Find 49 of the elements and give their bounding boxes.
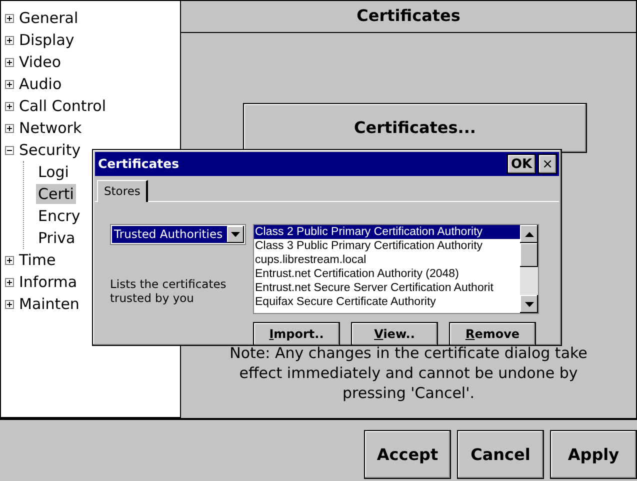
tree-item[interactable]: Video [17,52,64,72]
tree-item[interactable]: Time [17,250,58,270]
footer-button[interactable]: Cancel [457,430,544,479]
ok-button[interactable]: OK [506,154,536,174]
tree-item[interactable]: Audio [17,74,64,94]
panel-title: Certificates [181,1,636,33]
tree-item[interactable]: Encry [36,206,82,226]
footer-button[interactable]: Apply [550,430,637,479]
footer-button[interactable]: Accept [364,430,451,479]
dialog-button[interactable]: Import.. [253,322,340,346]
tree-item[interactable]: Display [17,30,76,50]
certificates-button[interactable]: Certificates... [243,103,587,153]
tree-item[interactable]: Certi [36,184,76,204]
expand-icon[interactable] [5,278,14,286]
dialog-title: Certificates [98,154,180,173]
scroll-down-icon[interactable] [524,302,534,306]
list-item[interactable]: Entrust.net Certification Authority (2048) [254,267,520,281]
scroll-up-icon[interactable] [524,232,534,236]
tree-item[interactable]: Security [17,140,83,160]
tree-item[interactable]: Call Control [17,96,108,116]
close-button[interactable]: × [538,154,557,174]
expand-icon[interactable] [5,256,14,264]
list-item[interactable]: Equifax Secure Certificate Authority [254,295,520,309]
expand-icon[interactable] [5,102,14,110]
list-item[interactable]: Class 3 Public Primary Certification Authority [254,239,520,253]
expand-icon[interactable] [5,124,14,132]
tree-item[interactable]: Network [17,118,84,138]
description-text: Lists the certificates trusted by you [110,277,228,305]
dialog-button[interactable]: Remove [449,322,536,346]
expand-icon[interactable] [5,58,14,66]
tree-item[interactable]: Logi [36,162,71,182]
tree-item[interactable]: Priva [36,228,78,248]
tree-item[interactable]: General [17,8,80,28]
collapse-icon[interactable] [5,146,14,154]
expand-icon[interactable] [5,36,14,44]
dialog-button[interactable]: View.. [351,322,438,346]
expand-icon[interactable] [5,80,14,88]
expand-icon[interactable] [5,300,14,308]
list-item[interactable]: Class 2 Public Primary Certification Authority [254,225,520,239]
expand-icon[interactable] [5,14,14,22]
tab[interactable]: Stores [97,180,148,202]
list-item[interactable]: cups.librestream.local [254,253,520,267]
dropdown-arrow-icon[interactable] [231,232,240,237]
list-item[interactable]: Entrust.net Secure Server Certification Authorit [254,281,520,295]
scroll-thumb[interactable] [520,243,538,267]
store-dropdown[interactable]: Trusted Authorities [110,224,246,245]
tree-item[interactable]: Mainten [17,294,82,314]
note-text: Note: Any changes in the certificate dialog take effect immediately and cannot be undone by pressing 'Cancel'. [228,343,588,403]
tree-item[interactable]: Informa [17,272,80,292]
